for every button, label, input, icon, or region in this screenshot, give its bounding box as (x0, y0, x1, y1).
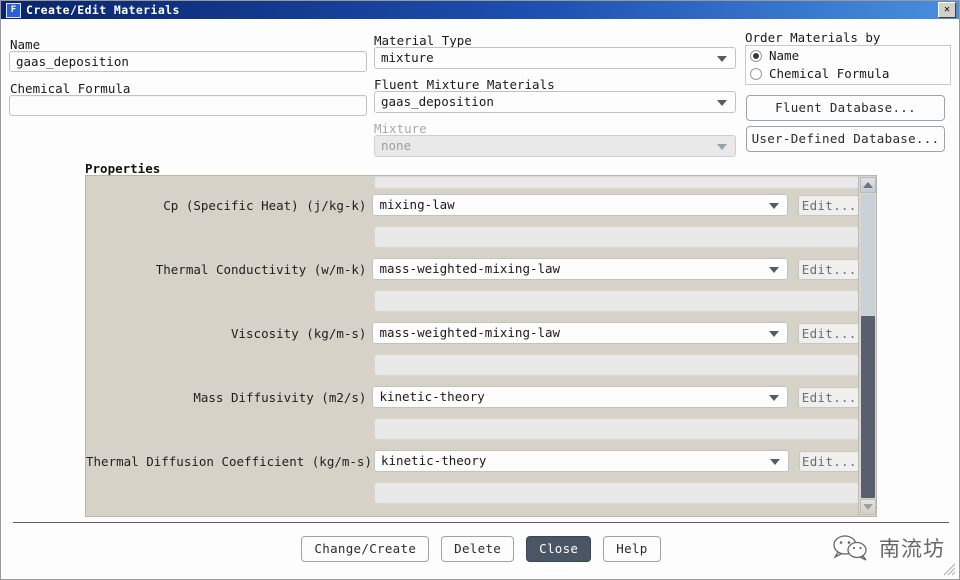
chevron-down-icon (717, 100, 727, 106)
properties-scrollbar[interactable] (858, 176, 876, 516)
watermark-text: 南流坊 (879, 533, 945, 563)
name-input[interactable]: gaas_deposition (9, 51, 367, 72)
wechat-logo-icon (831, 534, 871, 562)
radio-order-by-chemical-formula[interactable]: Chemical Formula (750, 66, 889, 81)
value-row-viscosity (374, 354, 859, 376)
resize-grip[interactable] (940, 560, 956, 576)
footer-button-bar: Change/Create Delete Close Help (1, 536, 960, 562)
property-dropdown-thermal-conductivity[interactable]: mass-weighted-mixing-law (372, 258, 788, 280)
radio-selected-icon (750, 50, 762, 62)
property-label-cp: Cp (Specific Heat) (j/kg-k) (86, 198, 372, 213)
change-create-button[interactable]: Change/Create (301, 536, 429, 562)
chevron-down-icon (717, 56, 727, 62)
scrollbar-track[interactable] (861, 194, 875, 316)
help-button[interactable]: Help (603, 536, 660, 562)
property-value-mass-diffusivity: kinetic-theory (379, 389, 484, 404)
chemical-formula-input[interactable] (9, 95, 367, 116)
chevron-down-icon (769, 203, 779, 209)
property-dropdown-viscosity[interactable]: mass-weighted-mixing-law (372, 322, 788, 344)
radio-order-by-chemical-formula-label: Chemical Formula (769, 66, 889, 81)
scroll-down-icon[interactable] (860, 499, 876, 515)
properties-label: Properties (85, 161, 160, 176)
mixture-value: none (381, 138, 411, 153)
value-row-cp (374, 226, 859, 248)
radio-order-by-name[interactable]: Name (750, 48, 799, 63)
properties-panel: Cp (Specific Heat) (j/kg-k) mixing-law E… (85, 175, 877, 517)
property-value-thermal-diffusion-coefficient: kinetic-theory (381, 453, 486, 468)
property-value-thermal-conductivity: mass-weighted-mixing-law (379, 261, 560, 276)
delete-button[interactable]: Delete (441, 536, 514, 562)
fluent-mixture-materials-label: Fluent Mixture Materials (374, 77, 555, 92)
property-row-mass-diffusivity: Mass Diffusivity (m2/s) kinetic-theory E… (86, 386, 860, 408)
property-value-cp: mixing-law (379, 197, 454, 212)
fluent-database-button[interactable]: Fluent Database... (746, 95, 945, 121)
property-value-viscosity: mass-weighted-mixing-law (379, 325, 560, 340)
create-edit-materials-dialog: F Create/Edit Materials ✕ Name gaas_depo… (0, 0, 960, 580)
edit-button-viscosity[interactable]: Edit... (798, 323, 860, 344)
order-materials-by-label: Order Materials by (745, 30, 880, 45)
edit-button-cp[interactable]: Edit... (798, 195, 860, 216)
mixture-label: Mixture (374, 121, 427, 136)
property-label-mass-diffusivity: Mass Diffusivity (m2/s) (86, 390, 372, 405)
user-defined-database-button[interactable]: User-Defined Database... (746, 126, 945, 152)
property-row-thermal-conductivity: Thermal Conductivity (w/m-k) mass-weight… (86, 258, 860, 280)
window-title: Create/Edit Materials (26, 3, 180, 17)
property-row-thermal-diffusion-coefficient: Thermal Diffusion Coefficient (kg/m-s) k… (86, 450, 860, 472)
property-label-viscosity: Viscosity (kg/m-s) (86, 326, 372, 341)
chevron-down-icon (770, 459, 780, 465)
property-row-cp: Cp (Specific Heat) (j/kg-k) mixing-law E… (86, 194, 860, 216)
title-bar: F Create/Edit Materials ✕ (1, 1, 960, 19)
property-dropdown-cp[interactable]: mixing-law (372, 194, 788, 216)
edit-button-thermal-diffusion-coefficient[interactable]: Edit... (799, 451, 860, 472)
edit-button-thermal-conductivity[interactable]: Edit... (798, 259, 860, 280)
material-type-value: mixture (381, 50, 434, 65)
property-label-thermal-diffusion-coefficient: Thermal Diffusion Coefficient (kg/m-s) (86, 454, 374, 469)
value-row-partial (374, 176, 859, 189)
radio-unselected-icon (750, 68, 762, 80)
chevron-down-icon (769, 395, 779, 401)
name-label: Name (10, 37, 40, 52)
property-row-viscosity: Viscosity (kg/m-s) mass-weighted-mixing-… (86, 322, 860, 344)
material-type-label: Material Type (374, 33, 472, 48)
scrollbar-thumb[interactable] (861, 316, 875, 498)
chevron-down-icon (717, 144, 727, 150)
chevron-down-icon (769, 331, 779, 337)
fluent-mixture-materials-dropdown[interactable]: gaas_deposition (374, 91, 736, 113)
radio-order-by-name-label: Name (769, 48, 799, 63)
watermark: 南流坊 (831, 533, 945, 563)
chemical-formula-label: Chemical Formula (10, 81, 130, 96)
fluent-mixture-materials-value: gaas_deposition (381, 94, 494, 109)
mixture-dropdown: none (374, 135, 736, 157)
edit-button-mass-diffusivity[interactable]: Edit... (798, 387, 860, 408)
material-type-dropdown[interactable]: mixture (374, 47, 736, 69)
footer-separator (13, 522, 949, 523)
fluent-f-icon: F (6, 3, 21, 18)
close-button[interactable]: Close (526, 536, 591, 562)
chevron-down-icon (769, 267, 779, 273)
value-row-thermal-diffusion-coefficient (374, 482, 859, 504)
properties-list: Cp (Specific Heat) (j/kg-k) mixing-law E… (86, 176, 860, 516)
property-dropdown-mass-diffusivity[interactable]: kinetic-theory (372, 386, 788, 408)
property-label-thermal-conductivity: Thermal Conductivity (w/m-k) (86, 262, 372, 277)
property-dropdown-thermal-diffusion-coefficient[interactable]: kinetic-theory (374, 450, 789, 472)
close-icon[interactable]: ✕ (938, 2, 956, 18)
scroll-up-icon[interactable] (860, 177, 876, 193)
value-row-thermal-conductivity (374, 290, 859, 312)
value-row-mass-diffusivity (374, 418, 859, 440)
